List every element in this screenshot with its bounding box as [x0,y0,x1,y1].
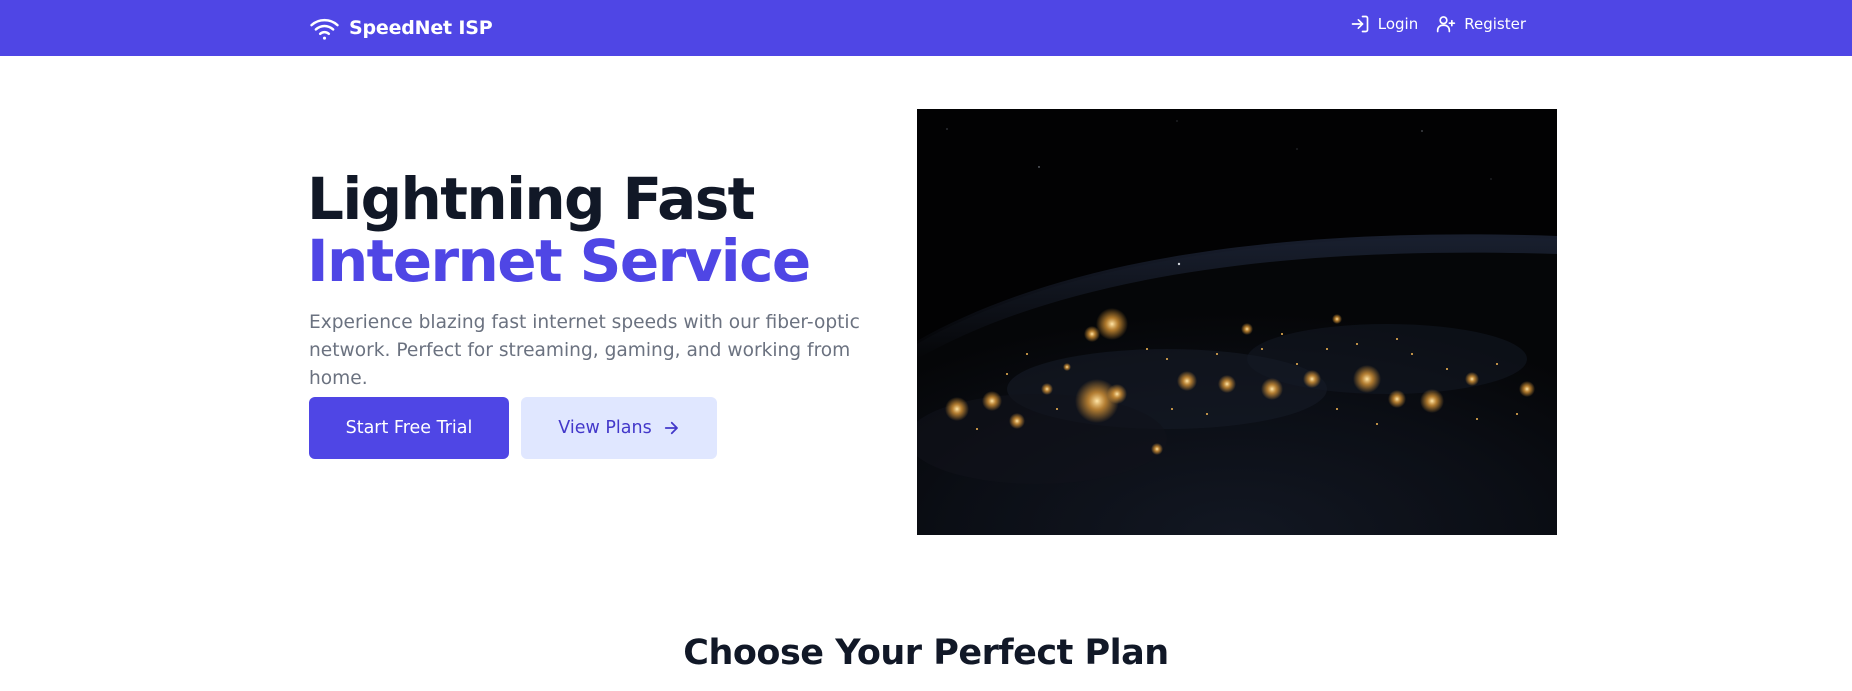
earth-at-night-image [917,109,1557,535]
plans-section-title: Choose Your Perfect Plan [683,633,1169,673]
register-link[interactable]: Register [1436,14,1526,34]
start-free-trial-label: Start Free Trial [345,418,473,438]
hero-title-line2: Internet Service [307,227,811,295]
login-icon [1351,15,1369,33]
register-label: Register [1464,15,1526,33]
hero-description: Experience blazing fast internet speeds … [309,312,860,389]
brand-logo[interactable]: SpeedNet ISP [309,13,493,43]
view-plans-button[interactable]: View Plans [521,397,717,459]
arrow-right-icon [664,421,678,435]
view-plans-label: View Plans [558,418,652,438]
hero-title: Lightning Fast Internet Service [307,165,811,295]
hero-title-line1: Lightning Fast [307,165,755,233]
earth-at-night-graphic [917,109,1557,535]
login-link[interactable]: Login [1350,14,1418,34]
top-navbar: SpeedNet ISP Login Register [0,0,1852,56]
user-plus-icon [1437,16,1456,33]
login-label: Login [1377,15,1419,33]
start-free-trial-button[interactable]: Start Free Trial [309,397,509,459]
nav-links: Login Register [1350,14,1526,34]
wifi-icon [310,18,339,40]
brand-name: SpeedNet ISP [349,17,493,39]
